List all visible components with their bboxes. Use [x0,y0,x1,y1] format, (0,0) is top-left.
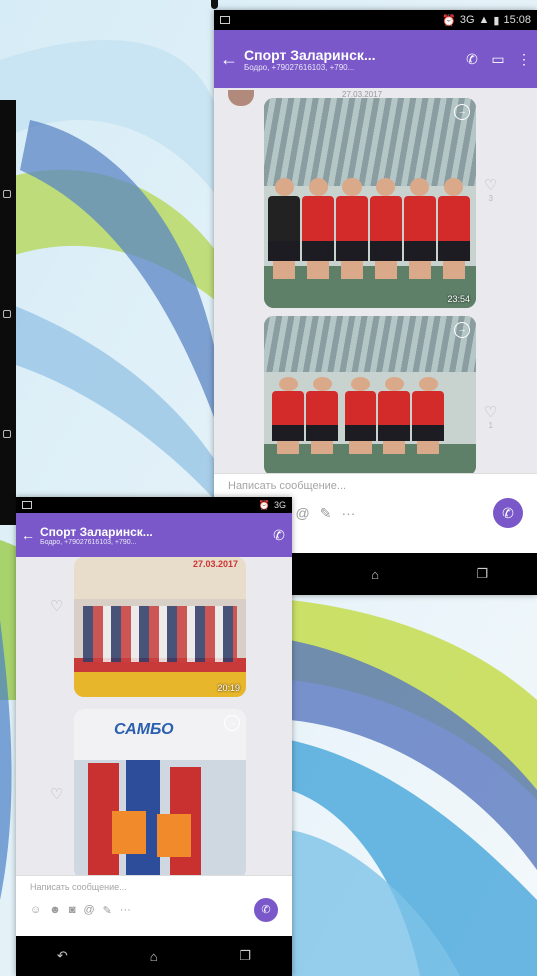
forward-icon[interactable]: → [454,104,470,120]
athlete [412,376,445,454]
back-nav-icon[interactable]: ↶ [57,948,68,964]
video-icon[interactable]: ▭ [485,51,511,68]
gym-roof [264,316,476,372]
signal-text: 3G [459,14,475,26]
sender-avatar[interactable] [228,90,254,106]
at-icon[interactable]: @ [83,904,94,916]
photo-message[interactable]: → 23:54 [264,98,476,308]
sambo-banner-text: САМБО [114,721,174,738]
forward-icon[interactable]: → [224,715,240,731]
second-phone-screenshot: ⏰ 3G ← Спорт Заларинск... Бодро, +790276… [16,497,292,976]
group-people [82,606,238,662]
chat-area[interactable]: 27.03.2017 20:19 ♡ САМБО → ♡ [16,557,292,875]
screenshot-notification-icon [220,16,230,24]
alarm-icon: ⏰ [442,14,456,27]
more-icon[interactable]: ··· [120,904,131,916]
message-input[interactable]: Написать сообщение... [16,876,292,898]
doodle-icon[interactable]: ✎ [103,904,112,917]
athlete [437,177,470,279]
chat-title: Спорт Заларинск... [244,46,376,63]
message-time: 20:19 [217,683,240,693]
chat-area[interactable]: 27.03.2017 → 23:54 ♡ 3 → ♡ 1 [214,88,537,473]
like-count: 1 [488,421,493,430]
photo-message[interactable]: 27.03.2017 20:19 [74,557,246,697]
recent-apps-icon[interactable]: ❐ [239,948,251,964]
status-bar: ⏰ 3G [16,497,292,513]
gym-roof [264,98,476,187]
edge-icon [3,430,11,438]
photo-message[interactable]: САМБО → [74,709,246,875]
photo-message[interactable]: → [264,316,476,473]
signal-icon: ▲ [478,14,490,26]
chat-participants: Бодро, +79027616103, +790... [244,62,355,72]
like-icon[interactable]: ♡ 3 [484,176,497,203]
more-icon[interactable]: ··· [341,505,355,521]
message-time: 23:54 [447,294,470,304]
athlete [344,376,377,454]
prize-box [111,811,147,854]
edge-icon [3,190,11,198]
chat-header: ← Спорт Заларинск... Бодро, +79027616103… [214,30,537,88]
athlete [272,376,305,454]
message-input[interactable]: Написать сообщение... [214,474,537,498]
home-nav-icon[interactable]: ⌂ [150,949,158,964]
viber-send-icon[interactable]: ✆ [493,498,523,528]
at-icon[interactable]: @ [296,505,310,521]
arrow-left-icon[interactable]: ← [214,49,244,70]
athlete [403,177,436,279]
arrow-left-icon[interactable]: ← [16,527,40,543]
like-icon[interactable]: ♡ [50,785,63,803]
recent-apps-icon[interactable]: ❐ [477,566,489,582]
viber-send-icon[interactable]: ✆ [254,898,278,922]
athlete [336,177,368,279]
camera-icon[interactable]: ◙ [69,904,76,916]
alarm-icon: ⏰ [258,499,270,510]
android-nav-bar: ↶ ⌂ ❐ [16,936,292,976]
screenshot-notification-icon [22,501,32,509]
chat-participants: Бодро, +79027616103, +790... [40,538,137,546]
emoji-icon[interactable]: ☻ [49,904,61,916]
like-count: 3 [488,194,493,203]
prize-box [156,814,191,857]
partial-phone-edge [0,100,16,525]
slide-dot [211,0,218,9]
signal-text: 3G [273,500,286,510]
sticker-icon[interactable]: ☺ [30,904,41,916]
like-icon[interactable]: ♡ [50,597,63,615]
forward-icon[interactable]: → [454,322,470,338]
status-bar: ⏰ 3G ▲ ▮ 15:08 [214,10,537,30]
athlete [370,177,402,279]
phone-icon[interactable]: ✆ [459,51,485,68]
chat-header: ← Спорт Заларинск... Бодро, +79027616103… [16,513,292,557]
doodle-icon[interactable]: ✎ [320,505,332,522]
composer-toolbar: ☺ ☻ ◙ @ ✎ ··· ✆ [16,898,292,922]
chat-title: Спорт Заларинск... [40,524,153,539]
status-time: 15:08 [503,14,531,26]
message-composer: Написать сообщение... ☺ ☻ ◙ @ ✎ ··· ✆ [16,875,292,936]
more-vertical-icon[interactable]: ⋮ [511,51,537,68]
chat-title-block[interactable]: Спорт Заларинск... Бодро, +79027616103, … [40,525,266,546]
phone-icon[interactable]: ✆ [266,527,292,544]
like-icon[interactable]: ♡ 1 [484,403,497,430]
photo-date-caption: 27.03.2017 [192,559,238,569]
athlete [302,177,334,279]
athlete [268,177,301,279]
home-nav-icon[interactable]: ⌂ [371,567,379,582]
edge-icon [3,310,11,318]
athlete [306,376,339,454]
chat-title-block[interactable]: Спорт Заларинск... Бодро, +79027616103, … [244,47,459,72]
athlete [378,376,411,454]
battery-icon: ▮ [493,14,500,27]
